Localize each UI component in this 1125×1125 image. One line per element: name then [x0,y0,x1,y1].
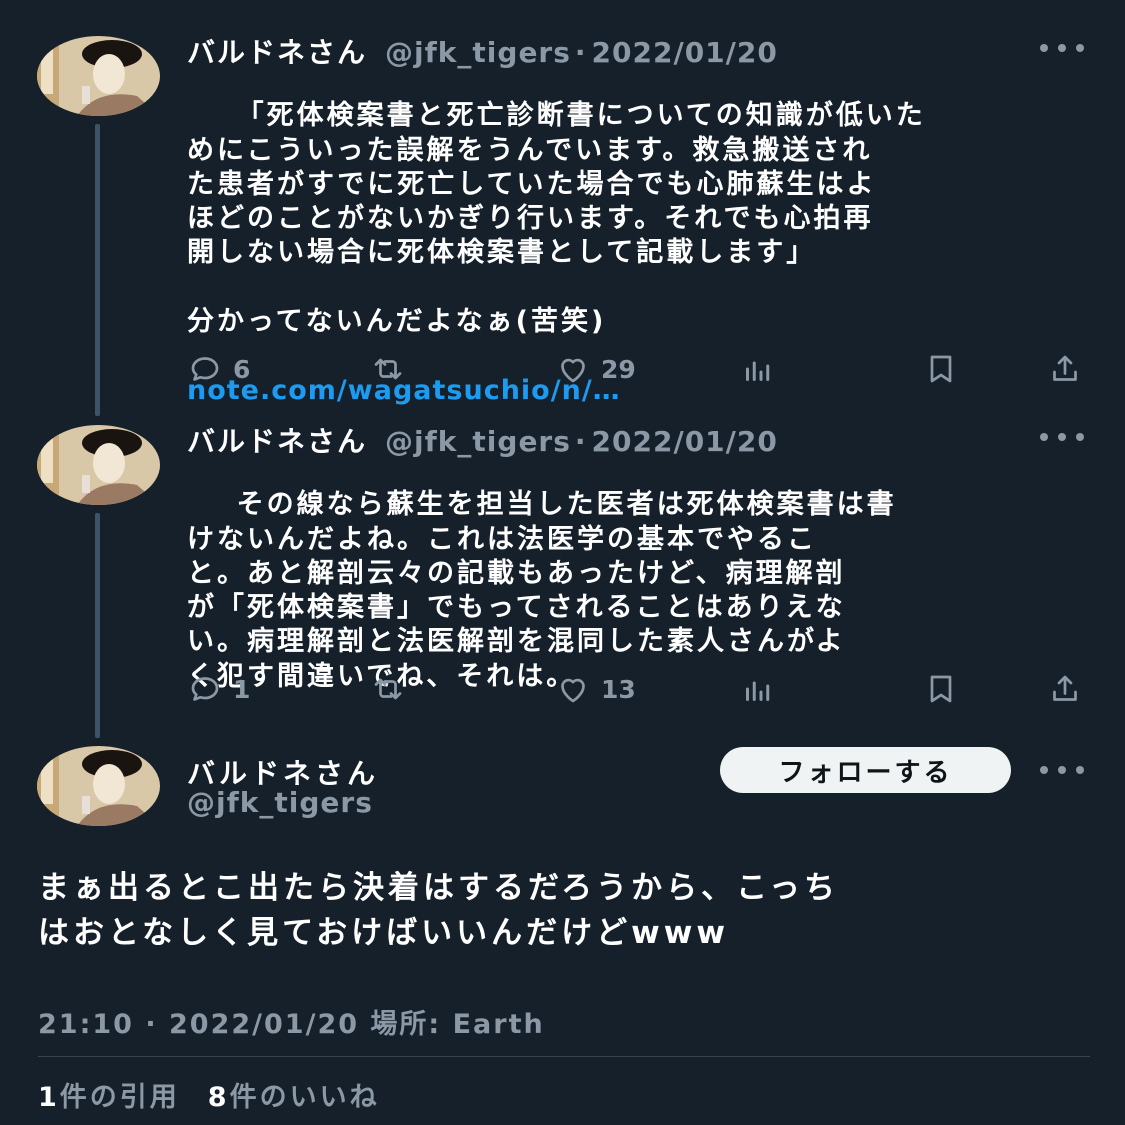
tweet-stats: 1件の引用 8件のいいね [38,1075,380,1114]
avatar-image [37,36,160,116]
more-icon[interactable] [1040,432,1084,442]
quote-label: 件の引用 [59,1082,180,1113]
divider [38,1056,1090,1057]
analytics-icon [746,361,770,381]
share-button[interactable] [1047,671,1083,707]
share-icon [1053,355,1077,381]
bookmark-button[interactable] [923,351,959,387]
like-count: 13 [601,674,636,704]
tweet-actions: 6 29 [187,351,1087,387]
tweet-actions: 1 13 [187,671,1087,707]
reply-icon [191,357,219,381]
share-button[interactable] [1047,351,1083,387]
reply-count: 1 [233,674,251,704]
like-button[interactable]: 13 [555,671,636,707]
share-icon [1053,675,1077,701]
like-button[interactable]: 29 [555,351,636,387]
tweet-body: 「死体検案書と死亡診断書についての知識が低いた めにこういった誤解をうんでいます… [187,100,926,338]
like-count: 8 [207,1082,230,1113]
more-icon[interactable] [1040,765,1084,775]
retweet-button[interactable] [370,671,416,707]
reply-button[interactable]: 1 [187,671,250,707]
avatar[interactable] [37,746,160,826]
retweet-button[interactable] [370,351,416,387]
reply-count: 6 [233,354,251,384]
more-icon[interactable] [1040,43,1084,53]
avatar[interactable] [37,36,160,116]
like-stat[interactable]: 8件のいいね [208,1082,380,1113]
avatar-image [37,425,160,505]
tweet-body: その線なら蘇生を担当した医者は死体検案書は書 けないんだよね。これは法医学の基本… [187,489,897,692]
views-button[interactable] [740,351,776,387]
quote-stat[interactable]: 1件の引用 [38,1082,180,1113]
tweet-text: 「死体検案書と死亡診断書についての知識が低いた めにこういった誤解をうんでいます… [187,65,1097,477]
main-tweet-text: まぁ出るとこ出たら決着はするだろうから、こっち はおとなしく見ておけばいいんだけ… [38,870,839,951]
retweet-icon [374,678,402,700]
bookmark-button[interactable] [923,671,959,707]
bookmark-icon [930,355,952,383]
avatar-image [37,746,160,826]
retweet-icon [374,358,402,380]
follow-button[interactable]: フォローする [720,747,1011,793]
like-count: 29 [601,354,636,384]
heart-icon [561,358,585,383]
like-label: 件のいいね [229,1082,380,1113]
reply-button[interactable]: 6 [187,351,250,387]
user-handle[interactable]: @jfk_tigers [187,786,373,819]
reply-icon [191,677,219,701]
quote-count: 1 [38,1082,60,1113]
bookmark-icon [930,675,952,703]
heart-icon [561,678,585,703]
avatar[interactable] [37,425,160,505]
analytics-icon [746,681,770,701]
tweet-timestamp[interactable]: 21:10 · 2022/01/20 場所: Earth [38,1002,545,1041]
views-button[interactable] [740,671,776,707]
thread-line [95,124,100,416]
thread-line [95,513,100,738]
